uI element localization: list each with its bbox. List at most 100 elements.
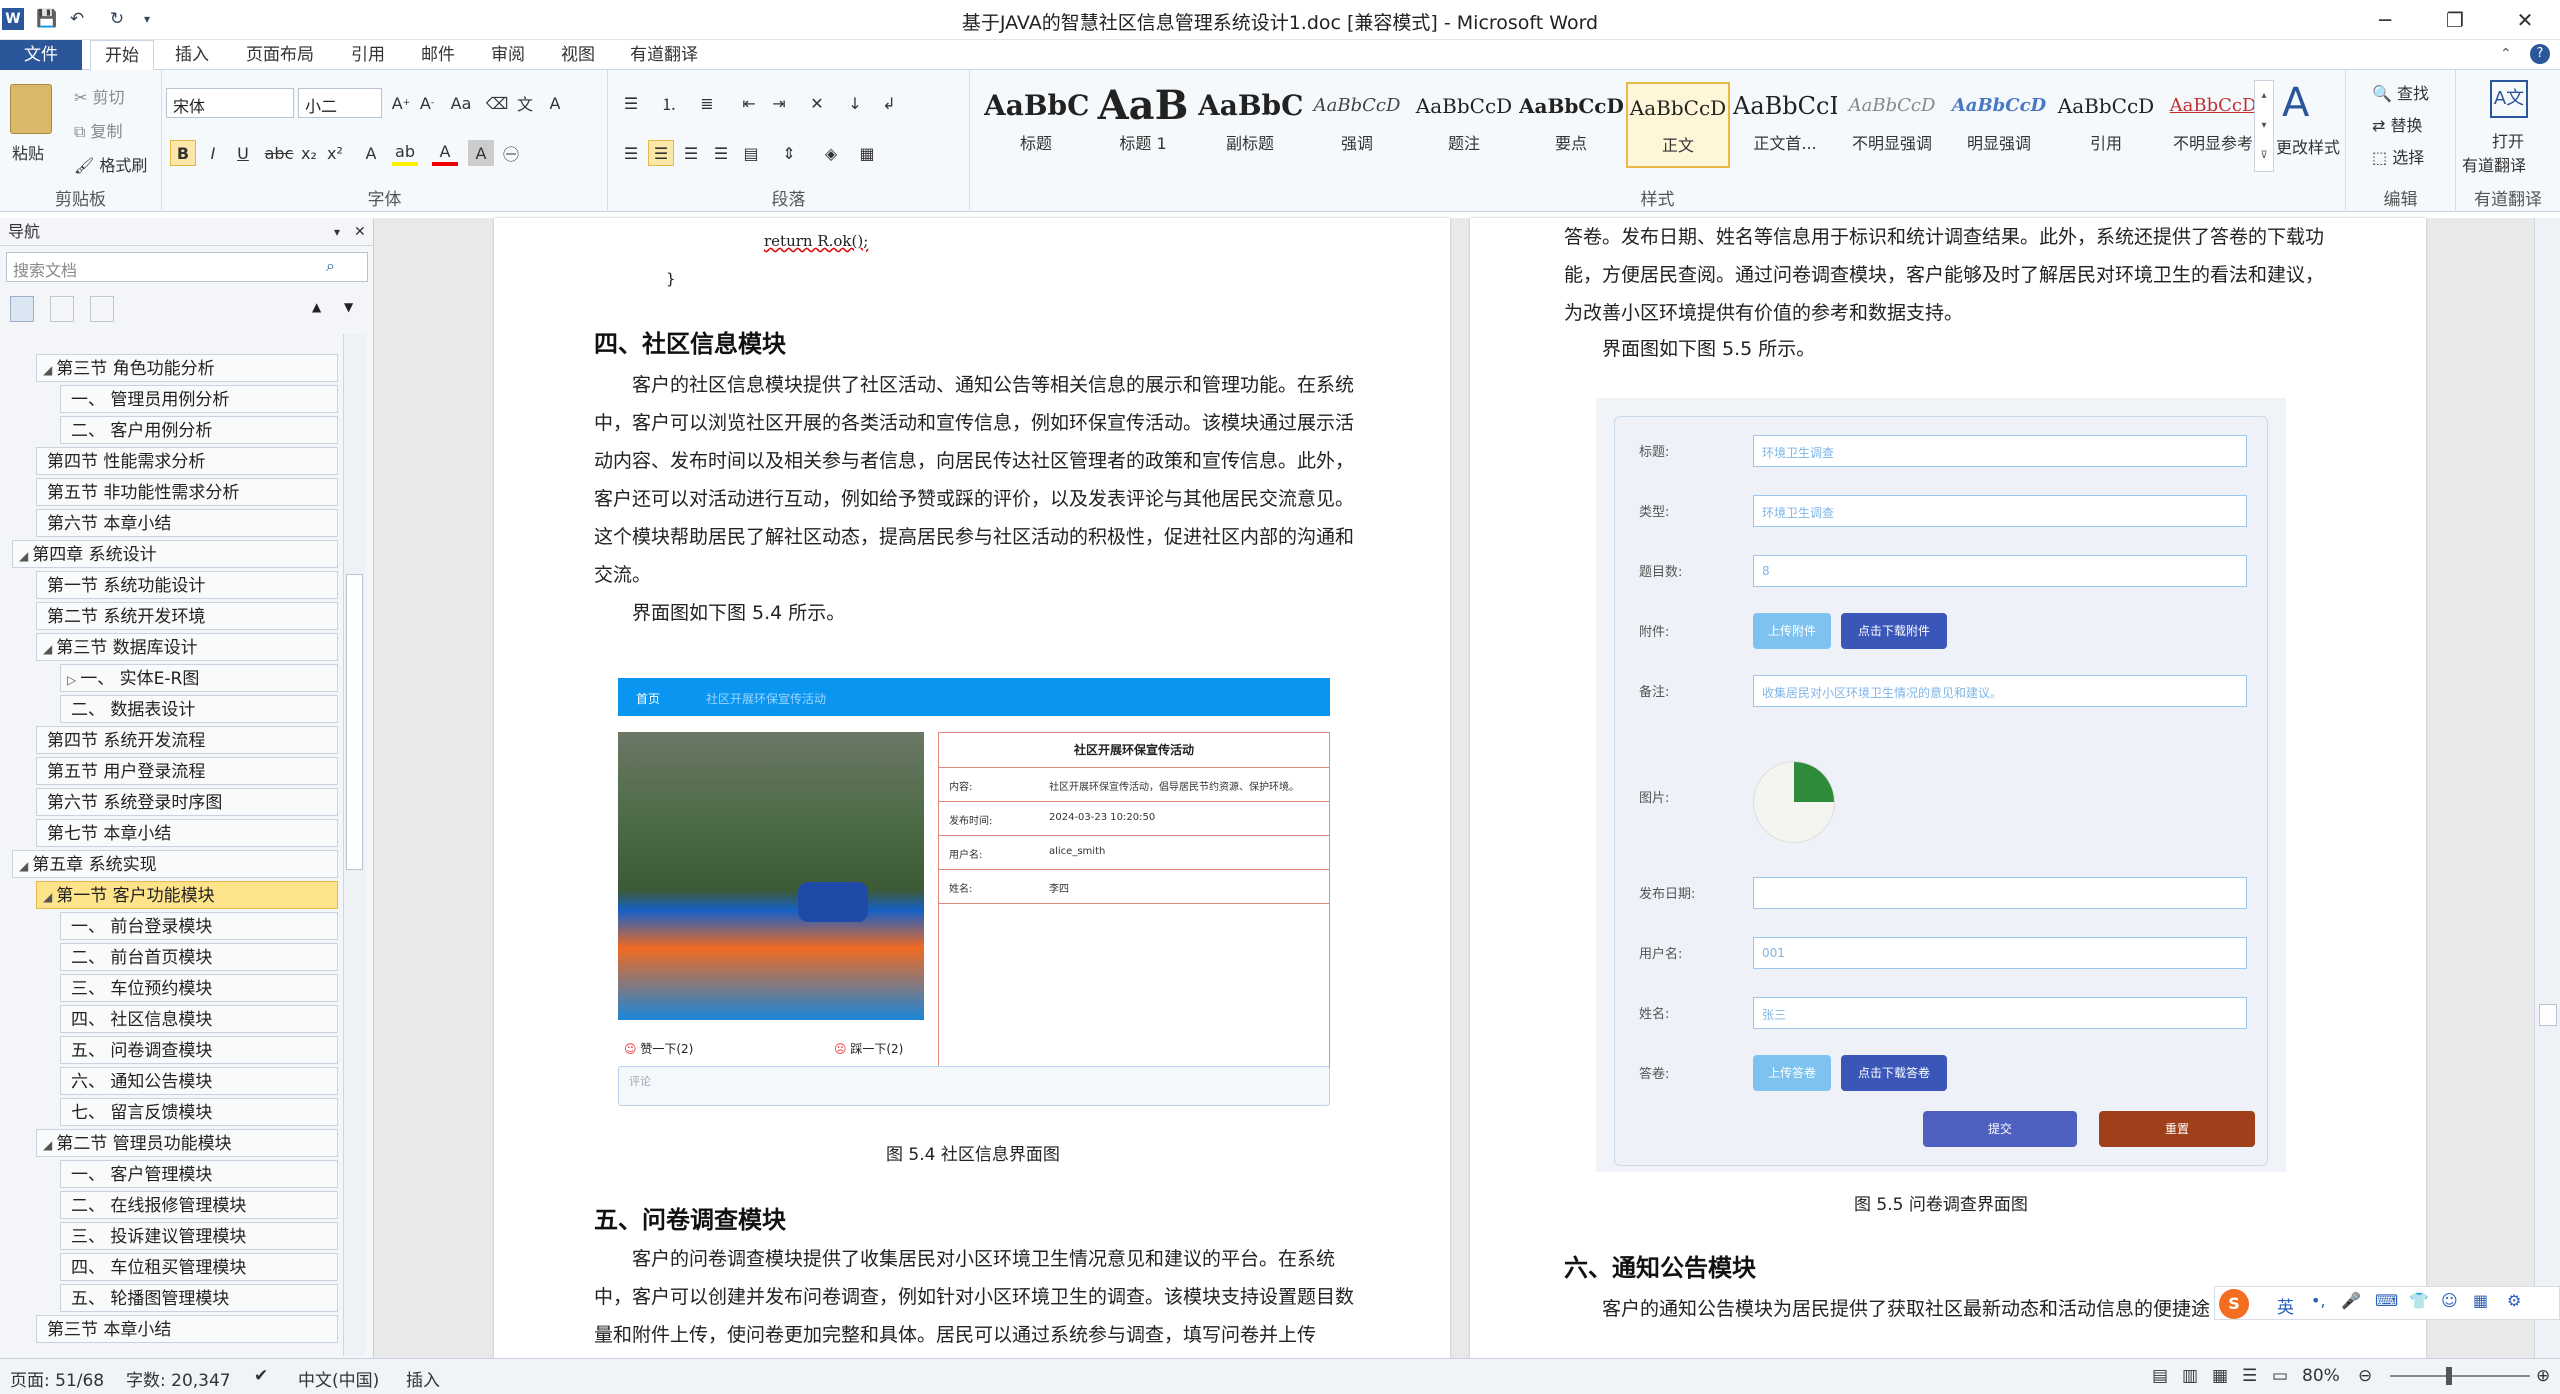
style-0[interactable]: AaBbC 标题 xyxy=(984,82,1088,168)
zoom-level[interactable]: 80% xyxy=(2302,1366,2340,1386)
dislike-button[interactable]: ☹ 踩一下(2) xyxy=(834,1040,903,1057)
text-effects-icon[interactable]: A xyxy=(358,140,384,166)
character-shading-icon[interactable]: A xyxy=(468,140,494,166)
nav-item[interactable]: 第七节 本章小结 xyxy=(36,819,338,847)
print-layout-icon[interactable]: ▤ xyxy=(2152,1366,2168,1386)
nav-item[interactable]: 二、 前台首页模块 xyxy=(60,943,338,971)
font-size-combo[interactable]: 小二 xyxy=(298,88,382,118)
close-icon[interactable]: ✕ xyxy=(2490,0,2560,40)
font-color-icon[interactable]: A xyxy=(432,140,458,166)
nav-item[interactable]: 二、 客户用例分析 xyxy=(60,416,338,444)
highlight-icon[interactable]: ab xyxy=(392,140,418,166)
nav-item[interactable]: ◢ 第二节 管理员功能模块 xyxy=(36,1129,338,1157)
nav-item[interactable]: 第四节 系统开发流程 xyxy=(36,726,338,754)
fig54-comment-input[interactable]: 评论 xyxy=(618,1066,1330,1106)
expand-toggle-icon[interactable]: ▷ xyxy=(67,673,76,687)
shrink-font-icon[interactable]: A- xyxy=(414,90,440,116)
superscript-icon[interactable]: x² xyxy=(322,140,348,166)
cut-button[interactable]: ✂ 剪切 xyxy=(74,84,125,108)
insert-mode[interactable]: 插入 xyxy=(406,1366,440,1391)
outline-view-icon[interactable]: ☰ xyxy=(2242,1366,2257,1386)
nav-close-icon[interactable]: ✕ xyxy=(354,218,366,246)
nav-item[interactable]: 四、 社区信息模块 xyxy=(60,1005,338,1033)
word-count[interactable]: 字数: 20,347 xyxy=(126,1366,231,1391)
borders-icon[interactable]: ▦ xyxy=(854,140,880,166)
style-2[interactable]: AaBbC 副标题 xyxy=(1198,82,1302,168)
style-3[interactable]: AaBbCcD 强调 xyxy=(1305,82,1409,168)
justify-icon[interactable]: ☰ xyxy=(708,140,734,166)
change-case-icon[interactable]: Aa xyxy=(448,90,474,116)
style-9[interactable]: AaBbCcD 明显强调 xyxy=(1947,82,2051,168)
toolbox-icon[interactable]: ▦ xyxy=(2473,1291,2488,1310)
microphone-icon[interactable]: 🎤 xyxy=(2341,1291,2361,1310)
fig55-name-input[interactable]: 张三 xyxy=(1753,997,2247,1029)
expand-toggle-icon[interactable]: ◢ xyxy=(19,859,28,873)
download-answer-button[interactable]: 点击下载答卷 xyxy=(1841,1055,1947,1091)
show-marks-icon[interactable]: ↲ xyxy=(876,90,902,116)
draft-view-icon[interactable]: ▭ xyxy=(2272,1366,2288,1386)
youdao-translate-icon[interactable]: A文 xyxy=(2490,80,2528,118)
tab-home[interactable]: 开始 xyxy=(90,40,154,71)
style-10[interactable]: AaBbCcD 引用 xyxy=(2054,82,2158,168)
nav-scroll-thumb[interactable] xyxy=(346,574,363,870)
collapse-ribbon-icon[interactable]: ⌃ xyxy=(2500,46,2512,62)
style-4[interactable]: AaBbCcD 题注 xyxy=(1412,82,1516,168)
nav-item[interactable]: 七、 留言反馈模块 xyxy=(60,1098,338,1126)
page-count[interactable]: 页面: 51/68 xyxy=(10,1366,104,1391)
font-name-combo[interactable]: 宋体 xyxy=(166,88,294,118)
zoom-slider-thumb[interactable] xyxy=(2446,1367,2452,1385)
nav-item[interactable]: 第二节 系统开发环境 xyxy=(36,602,338,630)
paste-icon[interactable] xyxy=(10,84,52,134)
style-1[interactable]: AaB 标题 1 xyxy=(1091,82,1195,168)
change-styles-button[interactable]: 更改样式 xyxy=(2276,134,2340,158)
bullets-icon[interactable]: ☰ xyxy=(618,90,644,116)
style-8[interactable]: AaBbCcD 不明显强调 xyxy=(1840,82,1944,168)
paste-button[interactable]: 粘贴 xyxy=(12,140,44,164)
expand-toggle-icon[interactable]: ◢ xyxy=(43,363,52,377)
underline-icon[interactable]: U xyxy=(230,140,256,166)
nav-item[interactable]: 五、 问卷调查模块 xyxy=(60,1036,338,1064)
fig55-user-input[interactable]: 001 xyxy=(1753,937,2247,969)
ime-language[interactable]: 英 xyxy=(2277,1293,2294,1318)
style-5[interactable]: AaBbCcD 要点 xyxy=(1519,82,1623,168)
nav-item[interactable]: 三、 投诉建议管理模块 xyxy=(60,1222,338,1250)
change-styles-icon[interactable]: A xyxy=(2282,80,2309,126)
select-button[interactable]: ⬚ 选择 xyxy=(2372,144,2424,168)
full-screen-reading-icon[interactable]: ▥ xyxy=(2182,1366,2198,1386)
sogou-ime-icon[interactable]: S xyxy=(2219,1289,2249,1319)
strikethrough-icon[interactable]: abc xyxy=(265,140,294,166)
document-scroll-thumb[interactable] xyxy=(2539,1004,2557,1026)
fig55-field-input[interactable]: 环境卫生调查 xyxy=(1753,495,2247,527)
emoji-icon[interactable]: ☺ xyxy=(2441,1291,2458,1310)
style-11[interactable]: AaBbCcD 不明显参考 xyxy=(2161,82,2265,168)
nav-item[interactable]: ◢ 第四章 系统设计 xyxy=(12,540,338,568)
fig55-reset-button[interactable]: 重置 xyxy=(2099,1111,2255,1147)
nav-item[interactable]: ◢ 第一节 客户功能模块 xyxy=(36,881,338,909)
zoom-slider[interactable] xyxy=(2390,1367,2530,1385)
expand-toggle-icon[interactable]: ◢ xyxy=(19,549,28,563)
restore-icon[interactable]: ❐ xyxy=(2420,0,2490,40)
help-icon[interactable]: ? xyxy=(2530,44,2550,64)
document-scrollbar[interactable] xyxy=(2534,218,2560,1358)
settings-icon[interactable]: ⚙ xyxy=(2507,1291,2521,1310)
format-painter-button[interactable]: 🖌 格式刷 xyxy=(74,152,147,176)
like-button[interactable]: ☺ 赞一下(2) xyxy=(624,1040,693,1057)
fig55-date-input[interactable] xyxy=(1753,877,2247,909)
nav-item[interactable]: 第六节 本章小结 xyxy=(36,509,338,537)
fig55-field-input[interactable]: 8 xyxy=(1753,555,2247,587)
nav-item[interactable]: ◢ 第五章 系统实现 xyxy=(12,850,338,878)
nav-item[interactable]: ◢ 第三节 数据库设计 xyxy=(36,633,338,661)
expand-toggle-icon[interactable]: ◢ xyxy=(43,890,52,904)
nav-item[interactable]: 一、 前台登录模块 xyxy=(60,912,338,940)
style-7[interactable]: AaBbCcI 正文首... xyxy=(1733,82,1837,168)
upload-answer-button[interactable]: 上传答卷 xyxy=(1753,1055,1831,1091)
fig55-remark-input[interactable]: 收集居民对小区环境卫生情况的意见和建议。 xyxy=(1753,675,2247,707)
nav-item[interactable]: 一、 管理员用例分析 xyxy=(60,385,338,413)
minimize-icon[interactable]: ─ xyxy=(2350,0,2420,40)
nav-item[interactable]: 第六节 系统登录时序图 xyxy=(36,788,338,816)
zoom-in-icon[interactable]: ⊕ xyxy=(2536,1366,2550,1386)
align-right-icon[interactable]: ☰ xyxy=(678,140,704,166)
tab-review[interactable]: 审阅 xyxy=(478,40,538,70)
nav-item[interactable]: ◢ 第三节 角色功能分析 xyxy=(36,354,338,382)
nav-item[interactable]: ▷ 一、 实体E-R图 xyxy=(60,664,338,692)
